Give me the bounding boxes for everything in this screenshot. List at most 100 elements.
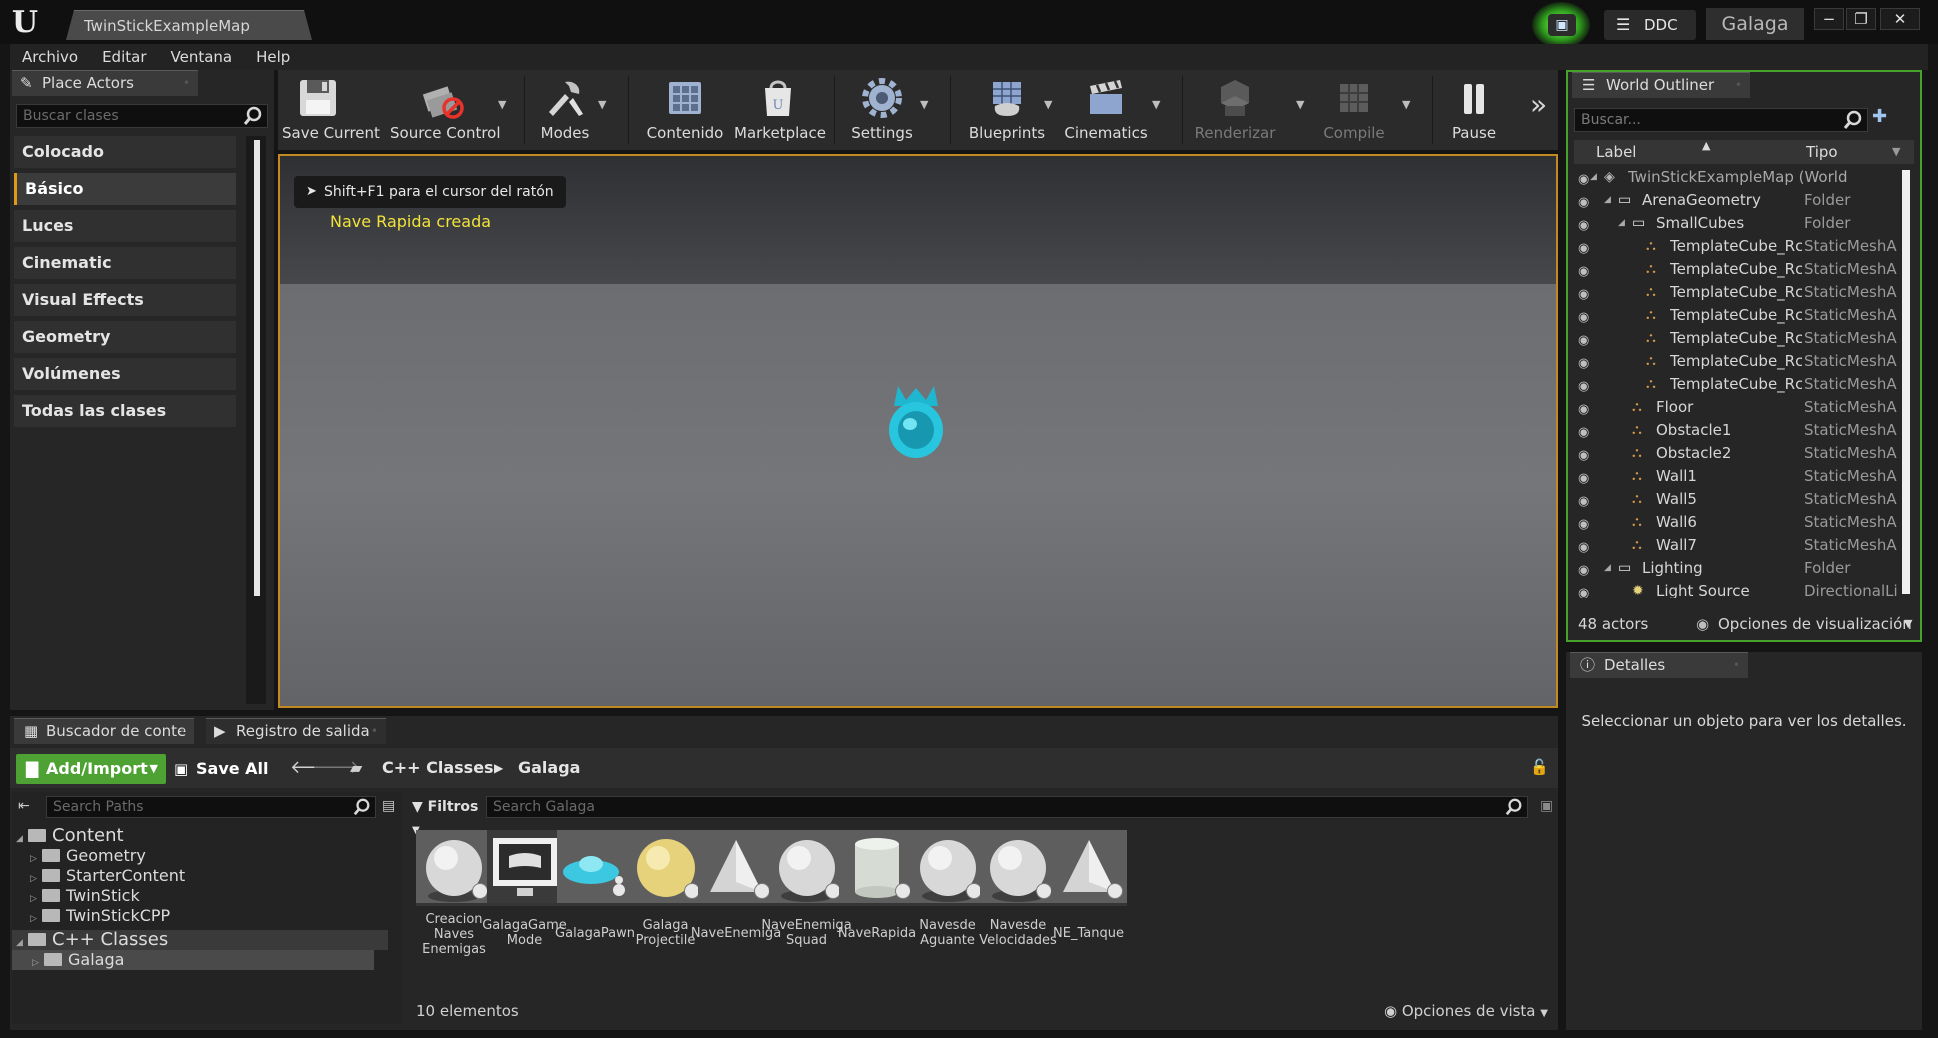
- visibility-eye-icon[interactable]: ◉: [1578, 306, 1589, 329]
- visibility-eye-icon[interactable]: ◉: [1578, 191, 1589, 214]
- tab-close-icon[interactable]: •: [1733, 653, 1740, 677]
- outliner-row[interactable]: ◉ ⛬ Wall7 StaticMeshA: [1574, 534, 1900, 557]
- visibility-eye-icon[interactable]: ◉: [1578, 444, 1589, 467]
- tree-item[interactable]: ◢ C++ Classes: [12, 930, 388, 950]
- category-vol-menes[interactable]: Volúmenes: [14, 358, 236, 390]
- source-control-button[interactable]: Source Control: [390, 70, 501, 150]
- class-search-input[interactable]: Buscar clases: [16, 104, 268, 128]
- source-control-dropdown-icon[interactable]: ▼: [498, 98, 506, 111]
- outliner-row[interactable]: ◉ ◢ ▭ SmallCubes Folder: [1574, 212, 1900, 235]
- toolbar-overflow-icon[interactable]: »: [1530, 88, 1547, 121]
- level-tab[interactable]: TwinStickExampleMap: [66, 10, 312, 40]
- level-viewport[interactable]: ➤ Shift+F1 para el cursor del ratón Nave…: [278, 154, 1558, 708]
- menu-archivo[interactable]: Archivo: [10, 44, 90, 70]
- breadcrumb-cpp-classes[interactable]: C++ Classes: [382, 754, 494, 782]
- visibility-eye-icon[interactable]: ◉: [1578, 582, 1589, 598]
- search-paths-input[interactable]: Search Paths: [46, 796, 376, 818]
- visibility-eye-icon[interactable]: ◉: [1578, 329, 1589, 352]
- tree-item[interactable]: ▷ StarterContent: [30, 866, 185, 886]
- category-todas-las-clases[interactable]: Todas las clases: [14, 395, 236, 427]
- modes-dropdown-icon[interactable]: ▼: [598, 98, 606, 111]
- visibility-eye-icon[interactable]: ◉: [1578, 559, 1589, 582]
- outliner-row[interactable]: ◉ ⛬ Wall1 StaticMeshA: [1574, 465, 1900, 488]
- visibility-eye-icon[interactable]: ◉: [1578, 513, 1589, 536]
- create-folder-icon[interactable]: ✚: [1872, 106, 1887, 127]
- cinematics-button[interactable]: Cinematics: [1062, 70, 1150, 150]
- outliner-search-input[interactable]: Buscar...: [1574, 108, 1868, 132]
- category-colocado-recientemente[interactable]: Colocado recientemente: [14, 136, 236, 193]
- blueprints-dropdown-icon[interactable]: ▼: [1044, 98, 1052, 111]
- outliner-row[interactable]: ◉ ⛬ TemplateCube_Rc StaticMeshA: [1574, 304, 1900, 327]
- outliner-row[interactable]: ◉ ⛬ TemplateCube_Rc StaticMeshA: [1574, 350, 1900, 373]
- visibility-eye-icon[interactable]: ◉: [1578, 421, 1589, 444]
- outliner-row[interactable]: ◉ ⛬ Wall6 StaticMeshA: [1574, 511, 1900, 534]
- outliner-row[interactable]: ◉ ⛬ TemplateCube_Rc StaticMeshA: [1574, 258, 1900, 281]
- tree-item[interactable]: ▷ Geometry: [30, 846, 146, 866]
- visibility-eye-icon[interactable]: ◉: [1578, 260, 1589, 283]
- build-dropdown-icon[interactable]: ▼: [1296, 98, 1304, 111]
- category-cinematic[interactable]: Cinematic: [14, 247, 236, 279]
- outliner-row[interactable]: ◉ ◢ ▭ ArenaGeometry Folder: [1574, 189, 1900, 212]
- close-button[interactable]: ✕: [1880, 8, 1920, 30]
- visibility-eye-icon[interactable]: ◉: [1578, 237, 1589, 260]
- collapsed-arrow-icon[interactable]: ▷: [30, 909, 42, 929]
- save-all-button[interactable]: ▣ Save All: [174, 754, 269, 784]
- visibility-eye-icon[interactable]: ◉: [1578, 352, 1589, 375]
- lock-icon[interactable]: 🔓: [1530, 758, 1549, 776]
- category-geometry[interactable]: Geometry: [14, 321, 236, 353]
- tab-details[interactable]: ⓘ Detalles •: [1570, 652, 1748, 678]
- outliner-row[interactable]: ◉ ⛬ Floor StaticMeshA: [1574, 396, 1900, 419]
- tree-item[interactable]: ▷ TwinStickCPP: [30, 906, 170, 926]
- visibility-eye-icon[interactable]: ◉: [1578, 490, 1589, 513]
- ddc-button[interactable]: ☰ DDC: [1604, 10, 1696, 40]
- menu-editar[interactable]: Editar: [90, 44, 158, 70]
- column-type-dropdown-icon[interactable]: ▼: [1892, 140, 1900, 164]
- visibility-eye-icon[interactable]: ◉: [1578, 398, 1589, 421]
- outliner-row[interactable]: ◉ ⛬ TemplateCube_Rc StaticMeshA: [1574, 373, 1900, 396]
- column-label[interactable]: Label: [1596, 140, 1636, 164]
- settings-button[interactable]: Settings: [846, 70, 918, 150]
- asset-search-input[interactable]: Search Galaga: [486, 796, 1528, 818]
- content-button[interactable]: Contenido: [640, 70, 730, 150]
- visibility-eye-icon[interactable]: ◉: [1578, 536, 1589, 559]
- compile-button[interactable]: Compile: [1314, 70, 1394, 150]
- visibility-eye-icon[interactable]: ◉: [1578, 467, 1589, 490]
- tree-item[interactable]: ▷ Galaga: [12, 950, 374, 970]
- tab-close-icon[interactable]: •: [371, 719, 378, 743]
- expanded-arrow-icon[interactable]: ◢: [16, 829, 28, 849]
- menu-help[interactable]: Help: [244, 44, 302, 70]
- tab-close-icon[interactable]: •: [179, 719, 186, 743]
- save-search-icon[interactable]: ▣: [1540, 798, 1553, 814]
- column-type[interactable]: Tipo: [1806, 140, 1838, 164]
- breadcrumb-separator-icon[interactable]: ▶: [494, 754, 503, 782]
- visibility-eye-icon[interactable]: ◉: [1578, 168, 1589, 191]
- outliner-row[interactable]: ◉ ⛬ Obstacle1 StaticMeshA: [1574, 419, 1900, 442]
- scrollbar-thumb[interactable]: [254, 140, 260, 596]
- category-visual-effects[interactable]: Visual Effects: [14, 284, 236, 316]
- blueprints-button[interactable]: Blueprints: [962, 70, 1052, 150]
- menu-ventana[interactable]: Ventana: [159, 44, 245, 70]
- breadcrumb-galaga[interactable]: Galaga: [518, 754, 580, 782]
- add-import-button[interactable]: ▇ Add/Import ▼: [16, 754, 166, 784]
- expand-arrow-icon[interactable]: ◢: [1604, 557, 1611, 580]
- filters-button[interactable]: ▼ Filtros ▼: [406, 796, 480, 836]
- settings-dropdown-icon[interactable]: ▼: [920, 98, 928, 111]
- tab-close-icon[interactable]: •: [1735, 73, 1742, 97]
- minimize-button[interactable]: −: [1814, 8, 1844, 30]
- outliner-row[interactable]: ◉ ◢ ▭ Lighting Folder: [1574, 557, 1900, 580]
- tab-output-log[interactable]: ▶ Registro de salida •: [206, 718, 386, 744]
- modes-button[interactable]: Modes: [530, 70, 600, 150]
- outliner-row[interactable]: ◉ ✹ Light Source DirectionalLi: [1574, 580, 1900, 598]
- tab-world-outliner[interactable]: ☰ World Outliner •: [1572, 72, 1750, 98]
- tree-item[interactable]: ◢ Content: [16, 826, 124, 846]
- outliner-row[interactable]: ◉ ⛬ Obstacle2 StaticMeshA: [1574, 442, 1900, 465]
- outliner-scrollbar[interactable]: [1902, 170, 1910, 594]
- category-luces[interactable]: Luces: [14, 210, 236, 242]
- visibility-eye-icon[interactable]: ◉: [1578, 375, 1589, 398]
- view-options-icon[interactable]: ▤: [382, 798, 395, 814]
- category-scrollbar[interactable]: [246, 136, 266, 704]
- tree-item[interactable]: ▷ TwinStick: [30, 886, 140, 906]
- outliner-row[interactable]: ◉ ⛬ Wall5 StaticMeshA: [1574, 488, 1900, 511]
- compile-dropdown-icon[interactable]: ▼: [1402, 98, 1410, 111]
- asset-tile[interactable]: NE_Tanque: [1050, 830, 1127, 960]
